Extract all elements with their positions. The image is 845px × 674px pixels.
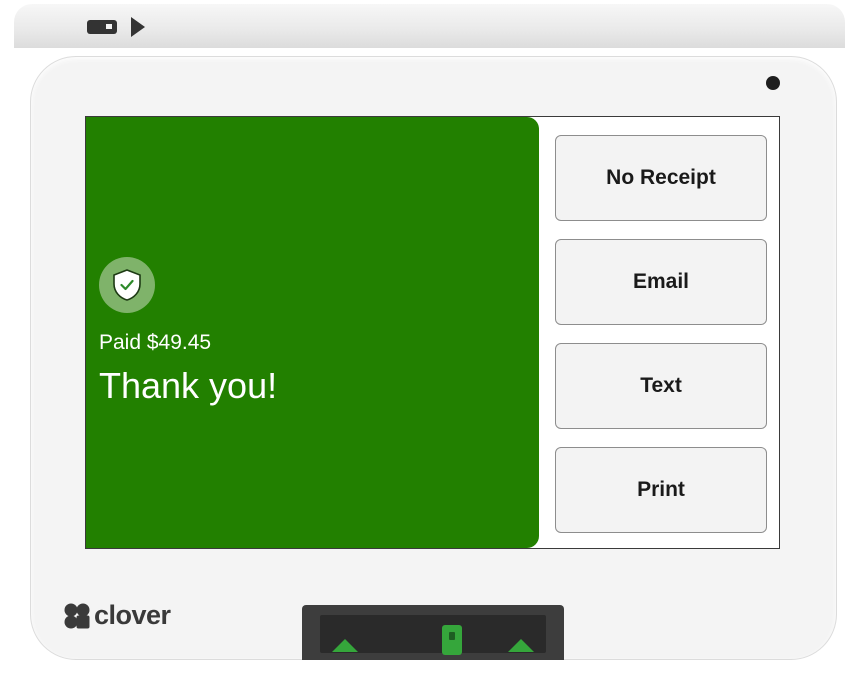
arrow-up-icon <box>332 639 358 652</box>
card-reader <box>302 605 564 660</box>
camera-dot <box>766 76 780 90</box>
shield-check-icon <box>113 269 141 301</box>
card-reader-slot <box>320 615 546 655</box>
card-insert-icon <box>87 17 145 37</box>
print-receipt-button[interactable]: Print <box>555 447 767 533</box>
device-frame: Paid $49.45 Thank you! No Receipt Email … <box>0 0 845 674</box>
payment-confirmation-panel: Paid $49.45 Thank you! <box>86 117 539 548</box>
device-top-bar <box>14 4 845 48</box>
no-receipt-button[interactable]: No Receipt <box>555 135 767 221</box>
arrow-up-icon <box>508 639 534 652</box>
receipt-options: No Receipt Email Text Print <box>555 135 767 551</box>
terminal-screen: Paid $49.45 Thank you! No Receipt Email … <box>85 116 780 549</box>
text-receipt-button[interactable]: Text <box>555 343 767 429</box>
shield-badge <box>99 257 155 313</box>
paid-amount: Paid $49.45 <box>99 331 212 354</box>
brand-name: clover <box>94 600 171 630</box>
brand-logo: clover <box>62 600 171 631</box>
card-chip-icon <box>442 625 462 655</box>
email-receipt-button[interactable]: Email <box>555 239 767 325</box>
clover-logo-icon <box>64 603 90 628</box>
thank-you-message: Thank you! <box>99 365 278 406</box>
